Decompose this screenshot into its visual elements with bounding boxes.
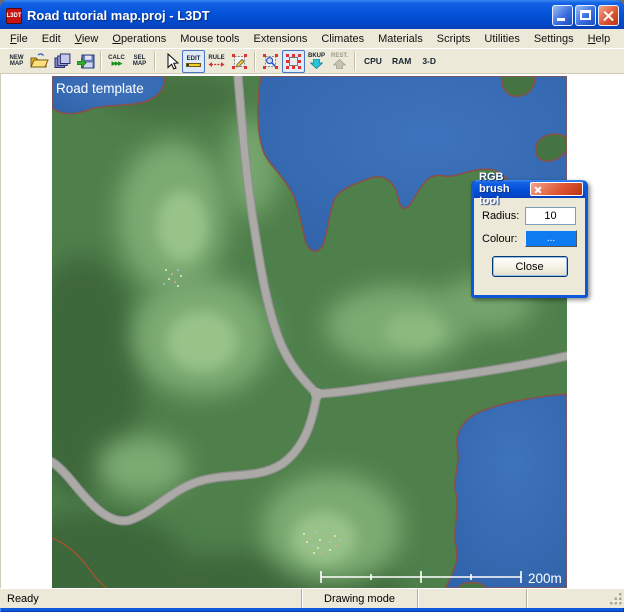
cursor-arrow-icon	[163, 53, 179, 70]
selection-box-magnifier-icon	[262, 53, 279, 70]
menu-operations[interactable]: Operations	[105, 31, 173, 47]
toolbar: NEW MAP CAL	[0, 48, 624, 74]
menu-scripts[interactable]: Scripts	[430, 31, 478, 47]
minimize-icon	[557, 18, 565, 21]
road-junction	[311, 388, 323, 400]
dialog-title: RGB brush tool	[479, 171, 530, 207]
toolbar-separator	[154, 51, 156, 71]
toolbar-separator	[354, 51, 356, 71]
selection-box-handles-icon	[285, 53, 302, 70]
menu-file[interactable]: File	[3, 31, 35, 47]
status-panel-mode: Drawing mode	[301, 589, 417, 608]
menu-materials[interactable]: Materials	[371, 31, 430, 47]
colour-label: Colour:	[482, 233, 525, 245]
restore-button[interactable]: REST.	[328, 50, 351, 73]
open-project-button[interactable]	[28, 50, 51, 73]
3d-view-button[interactable]: 3-D	[416, 50, 442, 73]
status-panel-empty	[417, 589, 526, 608]
cyan-down-arrow-icon	[310, 59, 323, 69]
close-icon	[599, 6, 618, 25]
menu-edit[interactable]: Edit	[35, 31, 68, 47]
maximize-button[interactable]	[575, 5, 596, 26]
app-window: L3DT Road tutorial map.proj - L3DT File …	[0, 0, 624, 612]
scale-label: 200m	[528, 571, 562, 586]
app-icon[interactable]: L3DT	[6, 8, 22, 24]
dialog-close-button[interactable]	[530, 182, 583, 196]
dialog-title-bar[interactable]: RGB brush tool	[474, 180, 585, 198]
select-zoom-tool-button[interactable]	[259, 50, 282, 73]
dialog-close-action-button[interactable]: Close	[492, 256, 568, 277]
window-title: Road tutorial map.proj - L3DT	[27, 8, 552, 23]
rgb-brush-dialog: RGB brush tool Radius: Colour: ... Close	[471, 180, 588, 298]
ram-button[interactable]: RAM	[387, 50, 416, 73]
terrain-map[interactable]: Road template 200m	[52, 76, 567, 588]
menu-extensions[interactable]: Extensions	[247, 31, 315, 47]
close-button[interactable]	[598, 5, 619, 26]
menu-settings[interactable]: Settings	[527, 31, 581, 47]
yellow-pencil-icon	[186, 63, 201, 67]
selection-box-pencil-icon	[231, 53, 248, 70]
rule-tool-button[interactable]: RULE	[205, 50, 228, 73]
window-controls	[552, 5, 619, 26]
backup-button[interactable]: BKUP	[305, 50, 328, 73]
open-folder-icon	[30, 53, 49, 69]
island-bottom	[459, 583, 485, 589]
menu-utilities[interactable]: Utilities	[477, 31, 526, 47]
gray-up-arrow-icon	[333, 59, 346, 69]
import-map-button[interactable]	[74, 50, 97, 73]
menu-help[interactable]: Help	[581, 31, 618, 47]
menu-view[interactable]: View	[68, 31, 106, 47]
menu-bar: File Edit View Operations Mouse tools Ex…	[0, 29, 624, 48]
new-map-button[interactable]: NEW MAP	[5, 50, 28, 73]
mode-text: Drawing mode	[324, 593, 395, 605]
resize-grip[interactable]	[610, 593, 623, 606]
edit-tool-button[interactable]: EDIT	[182, 50, 205, 73]
radius-label: Radius:	[482, 210, 525, 222]
dialog-body: Radius: Colour: ... Close	[474, 198, 585, 277]
map-canvas-area: Road template 200m RGB brush tool Radius…	[0, 74, 624, 588]
select-draw-tool-button[interactable]	[228, 50, 251, 73]
status-panel-corner	[526, 589, 624, 608]
red-dashed-arrow-icon	[208, 61, 225, 68]
calc-arrows-icon: ▶▶▶	[112, 61, 122, 67]
show-maps-button[interactable]	[51, 50, 74, 73]
colour-picker-button[interactable]: ...	[525, 230, 577, 247]
status-bar: Ready Drawing mode	[0, 588, 624, 608]
map-title: Road template	[56, 81, 144, 96]
stacked-maps-icon	[54, 53, 71, 69]
toolbar-separator	[100, 51, 102, 71]
calc-button[interactable]: CALC ▶▶▶	[105, 50, 128, 73]
maximize-icon	[580, 10, 591, 20]
pointer-tool-button[interactable]	[159, 50, 182, 73]
lake-bottom-right	[446, 394, 567, 588]
status-panel-main: Ready	[0, 589, 301, 608]
import-floppy-green-arrow-icon	[77, 54, 95, 69]
title-bar[interactable]: L3DT Road tutorial map.proj - L3DT	[0, 0, 624, 29]
status-text: Ready	[7, 593, 39, 605]
toolbar-separator	[254, 51, 256, 71]
cpu-button[interactable]: CPU	[359, 50, 387, 73]
menu-climates[interactable]: Climates	[314, 31, 371, 47]
select-box-tool-button[interactable]	[282, 50, 305, 73]
radius-input[interactable]	[525, 207, 576, 225]
sel-map-button[interactable]: SEL MAP	[128, 50, 151, 73]
minimize-button[interactable]	[552, 5, 573, 26]
menu-mouse-tools[interactable]: Mouse tools	[173, 31, 246, 47]
app-icon-text: L3DT	[7, 13, 22, 19]
